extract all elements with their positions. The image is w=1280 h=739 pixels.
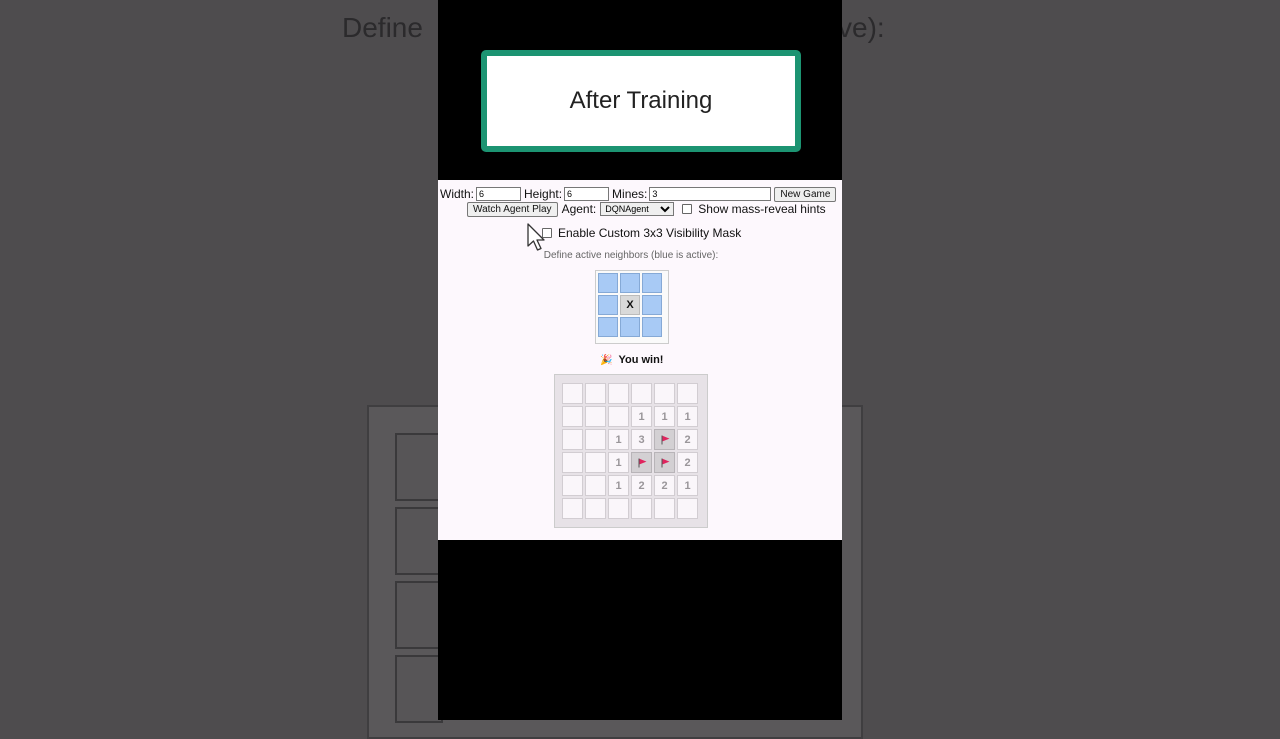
game-status: 🎉 You win! (600, 354, 663, 366)
mask-hint: Define active neighbors (blue is active)… (543, 250, 719, 261)
flag-icon (661, 458, 669, 467)
ghost-cell (395, 655, 443, 723)
board-cell[interactable] (631, 498, 652, 519)
mask-neighbor-cell[interactable] (642, 317, 662, 337)
number-cell[interactable]: 2 (677, 429, 698, 450)
flagged-cell[interactable] (654, 429, 675, 450)
board-cell[interactable] (677, 498, 698, 519)
mass-reveal-checkbox[interactable] (682, 204, 693, 214)
minesweeper-board: 111132121221 (554, 374, 708, 528)
board-cell[interactable] (562, 429, 583, 450)
agent-row: Watch Agent Play Agent: DQNAgent Show ma… (467, 201, 826, 217)
number-cell[interactable]: 2 (677, 452, 698, 473)
board-cell[interactable] (562, 498, 583, 519)
mask-neighbor-cell[interactable] (642, 273, 662, 293)
board-cell[interactable] (654, 383, 675, 404)
board-cell[interactable] (585, 452, 606, 473)
flag-icon (661, 435, 669, 444)
mines-input[interactable] (649, 187, 772, 201)
mask-neighbor-cell[interactable] (598, 273, 618, 293)
board-cell[interactable] (608, 383, 629, 404)
board-cell[interactable] (608, 498, 629, 519)
height-label: Height: (524, 187, 563, 201)
number-cell[interactable]: 1 (608, 452, 629, 473)
ghost-cell (395, 433, 443, 501)
board-cell[interactable] (562, 383, 583, 404)
flagged-cell[interactable] (631, 452, 652, 473)
board-cell[interactable] (608, 406, 629, 427)
watch-agent-play-button[interactable]: Watch Agent Play (467, 201, 558, 217)
mass-reveal-label: Show mass-reveal hints (698, 202, 826, 216)
number-cell[interactable]: 1 (608, 429, 629, 450)
flagged-cell[interactable] (654, 452, 675, 473)
board-cell[interactable] (677, 383, 698, 404)
mask-neighbor-cell[interactable] (642, 295, 662, 315)
board-cell[interactable] (631, 383, 652, 404)
number-cell[interactable]: 1 (677, 475, 698, 496)
mask-neighbor-cell[interactable] (598, 317, 618, 337)
enable-mask-label: Enable Custom 3x3 Visibility Mask (558, 226, 742, 240)
board-cell[interactable] (562, 475, 583, 496)
number-cell[interactable]: 1 (608, 475, 629, 496)
flag-icon (638, 458, 646, 467)
mouse-cursor-icon (527, 223, 545, 251)
width-input[interactable] (476, 187, 522, 201)
board-cell[interactable] (585, 498, 606, 519)
board-cell[interactable] (654, 498, 675, 519)
ghost-cell (395, 507, 443, 575)
ghost-text-left: Define (342, 12, 423, 43)
board-cell[interactable] (562, 406, 583, 427)
title-banner: After Training (481, 50, 801, 152)
number-cell[interactable]: 3 (631, 429, 652, 450)
status-message: You win! (618, 354, 664, 366)
board-cell[interactable] (585, 406, 606, 427)
new-game-button[interactable]: New Game (774, 186, 837, 202)
board-cell[interactable] (585, 475, 606, 496)
number-cell[interactable]: 2 (654, 475, 675, 496)
agent-label: Agent: (561, 202, 597, 216)
video-frame: After Training Width: Height: Mines: New… (438, 0, 842, 720)
mask-neighbor-cell[interactable] (620, 317, 640, 337)
agent-select[interactable]: DQNAgent (600, 202, 675, 216)
height-input[interactable] (564, 187, 610, 201)
mask-center-cell[interactable]: X (620, 295, 640, 315)
mines-label: Mines: (612, 187, 648, 201)
minesweeper-app: Width: Height: Mines: New Game Watch Age… (438, 180, 842, 540)
mask-neighbor-cell[interactable] (598, 295, 618, 315)
number-cell[interactable]: 1 (677, 406, 698, 427)
board-cell[interactable] (585, 429, 606, 450)
ghost-text-right: ve): (838, 12, 885, 43)
ghost-cell (395, 581, 443, 649)
visibility-mask-grid: X (595, 270, 669, 344)
party-popper-icon: 🎉 (600, 354, 613, 366)
mask-toggle-row: Enable Custom 3x3 Visibility Mask (542, 226, 741, 240)
width-label: Width: (440, 187, 475, 201)
board-cell[interactable] (585, 383, 606, 404)
number-cell[interactable]: 1 (654, 406, 675, 427)
board-settings-row: Width: Height: Mines: New Game (440, 186, 840, 202)
board-cell[interactable] (562, 452, 583, 473)
banner-title: After Training (569, 87, 713, 114)
number-cell[interactable]: 1 (631, 406, 652, 427)
mask-neighbor-cell[interactable] (620, 273, 640, 293)
number-cell[interactable]: 2 (631, 475, 652, 496)
